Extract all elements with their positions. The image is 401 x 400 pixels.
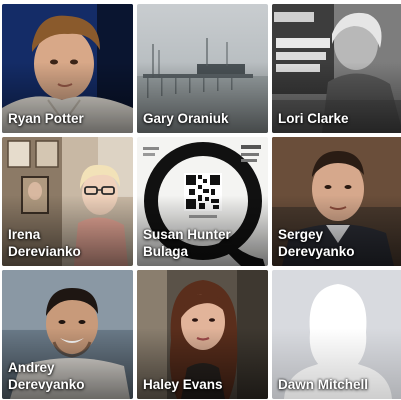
friend-tile-irena-derevianko[interactable]: Irena Derevianko bbox=[2, 137, 133, 266]
friend-tile-lori-clarke[interactable]: Lori Clarke bbox=[272, 4, 401, 133]
friend-name[interactable]: Dawn Mitchell bbox=[278, 376, 399, 393]
friend-tile-gary-oraniuk[interactable]: Gary Oraniuk bbox=[137, 4, 268, 133]
friend-tile-andrey-derevyanko[interactable]: Andrey Derevyanko bbox=[2, 270, 133, 399]
friend-tile-sergey-derevyanko[interactable]: Sergey Derevyanko bbox=[272, 137, 401, 266]
friend-name[interactable]: Haley Evans bbox=[143, 376, 264, 393]
friend-tile-haley-evans[interactable]: Haley Evans bbox=[137, 270, 268, 399]
friend-name[interactable]: Sergey Derevyanko bbox=[278, 226, 399, 260]
friend-name[interactable]: Susan Hunter Bulaga bbox=[143, 226, 264, 260]
friend-name[interactable]: Andrey Derevyanko bbox=[8, 359, 129, 393]
friends-grid: Ryan Potter Gary Oraniuk Lori Clarke Ire… bbox=[0, 0, 401, 400]
friend-tile-ryan-potter[interactable]: Ryan Potter bbox=[2, 4, 133, 133]
friend-tile-dawn-mitchell[interactable]: Dawn Mitchell bbox=[272, 270, 401, 399]
friend-name[interactable]: Ryan Potter bbox=[8, 110, 129, 127]
friend-name[interactable]: Irena Derevianko bbox=[8, 226, 129, 260]
friend-name[interactable]: Lori Clarke bbox=[278, 110, 399, 127]
friend-name[interactable]: Gary Oraniuk bbox=[143, 110, 264, 127]
friend-tile-susan-hunter-bulaga[interactable]: Susan Hunter Bulaga bbox=[137, 137, 268, 266]
